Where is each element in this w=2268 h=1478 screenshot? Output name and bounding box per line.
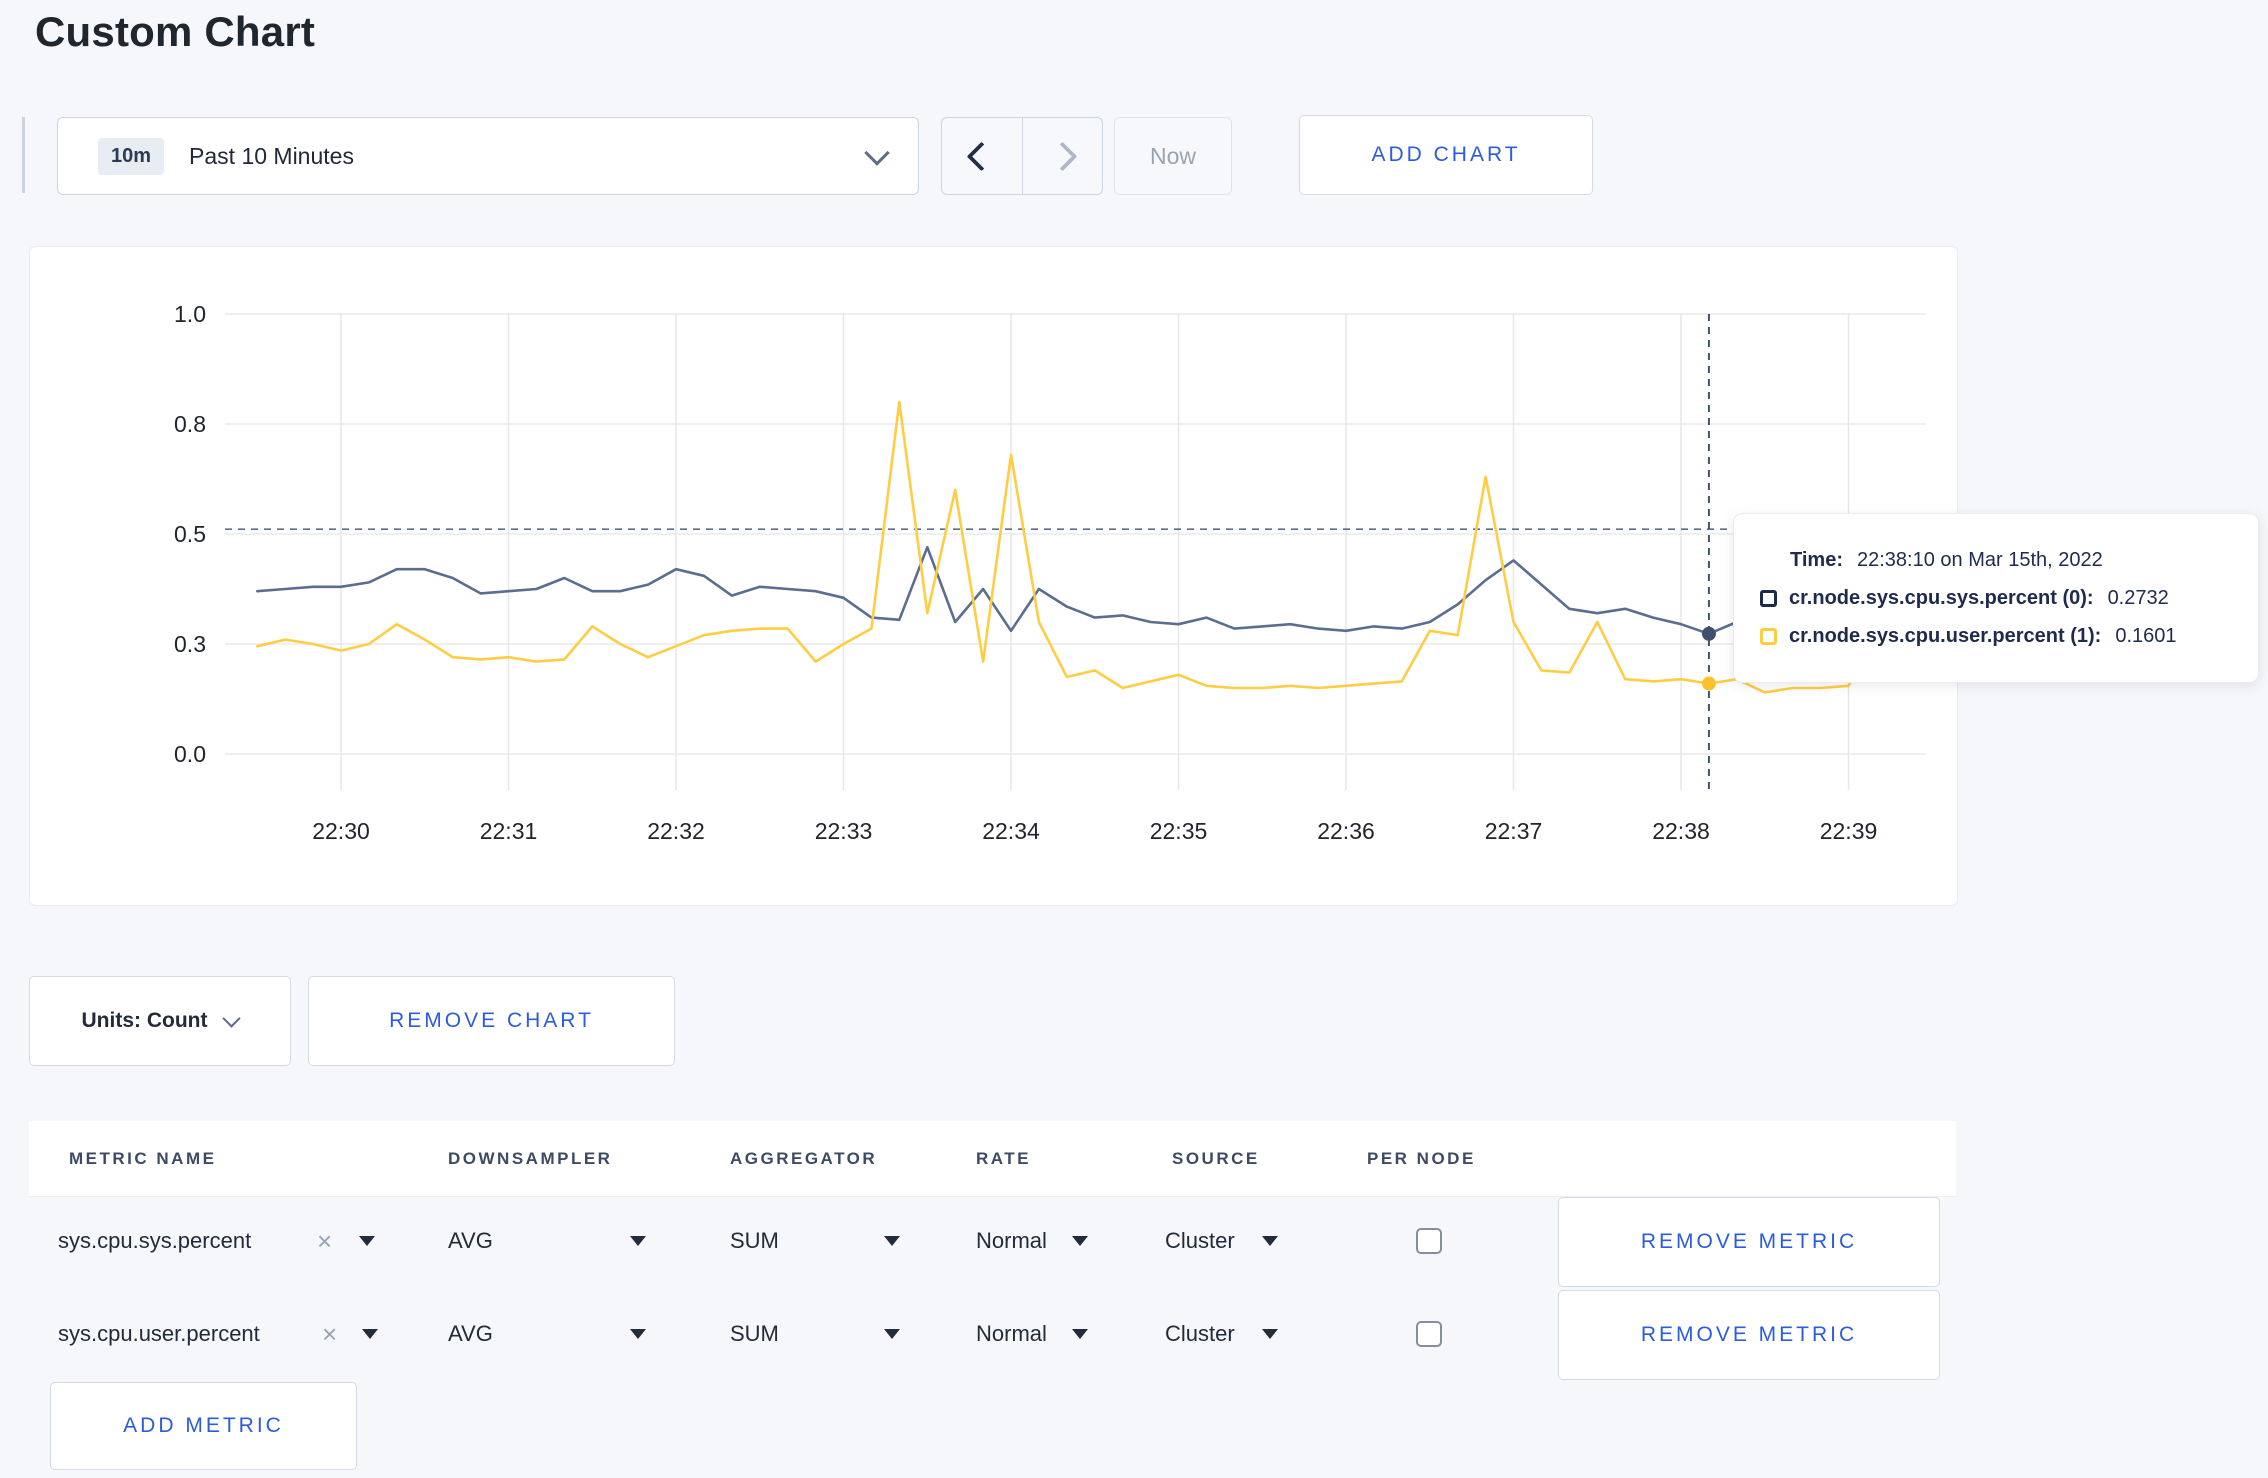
col-header-metric-name: METRIC NAME	[69, 1148, 217, 1168]
clear-metric-icon[interactable]: ×	[317, 1228, 332, 1254]
per-node-checkbox[interactable]	[1416, 1321, 1442, 1347]
x-axis-tick-label: 22:32	[647, 818, 705, 844]
x-axis-tick-label: 22:37	[1485, 818, 1543, 844]
y-axis-tick-label: 0.5	[174, 521, 206, 547]
tooltip-series-row: cr.node.sys.cpu.sys.percent (0): 0.2732	[1760, 587, 2232, 610]
time-selector-accent-bar	[22, 117, 25, 193]
series-line-0	[256, 545, 1906, 636]
col-header-source: SOURCE	[1172, 1148, 1260, 1168]
tooltip-series-label: cr.node.sys.cpu.user.percent (1):	[1789, 624, 2102, 647]
col-header-rate: RATE	[976, 1148, 1032, 1168]
crosshair-point-0	[1701, 626, 1716, 641]
tooltip-time-label: Time:	[1790, 548, 1843, 571]
source-caret-icon[interactable]	[1262, 1236, 1278, 1246]
col-header-aggregator: AGGREGATOR	[730, 1148, 878, 1168]
x-axis-tick-label: 22:30	[312, 818, 370, 844]
chart-card: 1.0 0.8 0.5 0.3 0.0 22:30 22:31 22:32 22:33 22:34…	[29, 246, 1958, 906]
downsampler-select[interactable]: AVG	[448, 1228, 493, 1254]
aggregator-select[interactable]: SUM	[730, 1321, 779, 1347]
aggregator-select[interactable]: SUM	[730, 1228, 779, 1254]
col-header-per-node: PER NODE	[1367, 1148, 1476, 1168]
metric-select-caret-icon[interactable]	[362, 1329, 378, 1339]
rate-select[interactable]: Normal	[976, 1321, 1047, 1347]
rate-select[interactable]: Normal	[976, 1228, 1047, 1254]
units-label: Units: Count	[81, 1009, 208, 1032]
remove-chart-button[interactable]: REMOVE CHART	[308, 976, 675, 1066]
x-axis-tick-label: 22:31	[480, 818, 538, 844]
x-axis-tick-label: 22:39	[1820, 818, 1878, 844]
tooltip-time-row: Time: 22:38:10 on Mar 15th, 2022	[1790, 549, 2232, 572]
table-row: sys.cpu.user.percent × AVG SUM Normal Cl…	[29, 1290, 1956, 1380]
tooltip-series-label: cr.node.sys.cpu.sys.percent (0):	[1789, 586, 2094, 609]
tooltip-series-value: 0.1601	[2115, 624, 2177, 647]
tooltip-time-value: 22:38:10 on Mar 15th, 2022	[1856, 548, 2103, 571]
add-chart-button[interactable]: ADD CHART	[1299, 115, 1593, 195]
metric-name-value: sys.cpu.user.percent	[58, 1321, 260, 1346]
chevron-down-icon	[222, 1008, 242, 1028]
tooltip-series-value: 0.2732	[2107, 586, 2169, 609]
chevron-down-icon	[864, 140, 890, 166]
x-axis-tick-label: 22:35	[1150, 818, 1208, 844]
chart-plot[interactable]: 1.0 0.8 0.5 0.3 0.0 22:30 22:31 22:32 22:33 22:34…	[30, 247, 1957, 905]
x-axis-tick-label: 22:33	[815, 818, 873, 844]
chevron-right-icon	[1047, 141, 1078, 171]
rate-caret-icon[interactable]	[1072, 1329, 1088, 1339]
remove-metric-button[interactable]: REMOVE METRIC	[1558, 1290, 1940, 1380]
remove-metric-button[interactable]: REMOVE METRIC	[1558, 1197, 1940, 1287]
x-axis-tick-label: 22:34	[982, 818, 1040, 844]
y-axis-tick-label: 1.0	[174, 301, 206, 327]
downsampler-caret-icon[interactable]	[630, 1236, 646, 1246]
source-caret-icon[interactable]	[1262, 1329, 1278, 1339]
metrics-table-header: METRIC NAME DOWNSAMPLER AGGREGATOR RATE …	[29, 1121, 1956, 1197]
source-select[interactable]: Cluster	[1165, 1228, 1235, 1254]
time-range-label: Past 10 Minutes	[189, 142, 354, 169]
table-row: sys.cpu.sys.percent × AVG SUM Normal Clu…	[29, 1197, 1956, 1287]
units-dropdown[interactable]: Units: Count	[29, 976, 291, 1066]
aggregator-caret-icon[interactable]	[884, 1236, 900, 1246]
prev-time-button[interactable]	[942, 118, 1022, 194]
now-button[interactable]: Now	[1114, 117, 1232, 195]
series-line-1	[256, 400, 1906, 694]
metric-name-value: sys.cpu.sys.percent	[58, 1228, 252, 1253]
page-title: Custom Chart	[35, 8, 316, 55]
downsampler-caret-icon[interactable]	[630, 1329, 646, 1339]
downsampler-select[interactable]: AVG	[448, 1321, 493, 1347]
next-time-button[interactable]	[1021, 118, 1103, 194]
rate-caret-icon[interactable]	[1072, 1236, 1088, 1246]
add-metric-button[interactable]: ADD METRIC	[50, 1382, 357, 1470]
y-axis-tick-label: 0.3	[174, 631, 206, 657]
crosshair-point-1	[1701, 676, 1716, 691]
metric-select-caret-icon[interactable]	[359, 1236, 375, 1246]
time-nav-group	[941, 117, 1103, 195]
y-axis-tick-label: 0.8	[174, 411, 206, 437]
chevron-left-icon	[966, 141, 997, 171]
chart-tooltip: Time: 22:38:10 on Mar 15th, 2022 cr.node…	[1733, 513, 2259, 683]
col-header-downsampler: DOWNSAMPLER	[448, 1148, 613, 1168]
tooltip-series-row: cr.node.sys.cpu.user.percent (1): 0.1601	[1760, 625, 2232, 648]
series-sys-swatch-icon	[1760, 589, 1777, 607]
x-axis-tick-label: 22:36	[1317, 818, 1375, 844]
per-node-checkbox[interactable]	[1416, 1228, 1442, 1254]
clear-metric-icon[interactable]: ×	[322, 1321, 337, 1347]
aggregator-caret-icon[interactable]	[884, 1329, 900, 1339]
source-select[interactable]: Cluster	[1165, 1321, 1235, 1347]
series-user-swatch-icon	[1760, 627, 1777, 645]
x-axis-tick-label: 22:38	[1652, 818, 1710, 844]
time-range-badge: 10m	[98, 137, 165, 175]
time-range-dropdown[interactable]: 10m Past 10 Minutes	[57, 117, 919, 195]
y-axis-tick-label: 0.0	[174, 741, 206, 767]
